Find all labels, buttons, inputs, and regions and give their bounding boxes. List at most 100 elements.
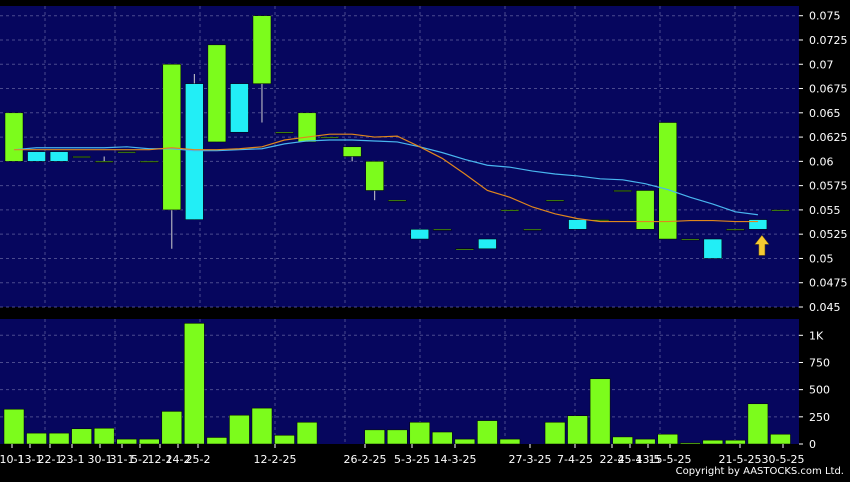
volume-bar [544,422,566,445]
candle-up [4,112,24,162]
price-tick-label: 0.065 [809,107,841,120]
x-tick-label: 21-5-25 [719,453,762,466]
volume-bar [725,439,746,445]
volume-bar [499,438,521,445]
price-tick-label: 0.07 [809,58,834,71]
x-tick-label: 26-2-25 [344,453,387,466]
candle-up [455,248,475,250]
volume-bar [206,437,228,445]
volume-tick-label: 1K [809,329,824,342]
volume-bar [454,438,476,445]
x-tick-label: 25-2 [186,453,211,466]
x-tick-label: 27-3-25 [509,453,552,466]
candle-down [703,238,723,259]
volume-bar [702,439,724,445]
volume-bar [477,420,498,445]
candle-up [140,161,159,163]
x-tick-label: 7-4-25 [557,453,593,466]
candle-up [162,64,182,211]
candle-up [72,156,91,158]
x-tick-label: 30-5-25 [762,453,805,466]
volume-bar [48,432,70,445]
x-tick-label: 14-3-25 [434,453,477,466]
candle-up [523,229,542,231]
candle-up [207,44,227,143]
copyright-text: Copyright by AASTOCKS.com Ltd. [675,466,844,477]
price-tick-label: 0.055 [809,204,841,217]
candle-down [230,83,249,133]
volume-bar [612,436,633,445]
volume-tick-label: 500 [809,384,830,397]
volume-bar [657,433,678,445]
candle-up [342,146,362,157]
candle-up [545,199,565,202]
volume-bar [26,432,47,445]
volume-bar [364,429,385,445]
volume-bar [409,422,431,445]
volume-bar [747,403,769,445]
candle-down [478,238,497,249]
volume-panel-background [0,319,799,444]
volume-bar [116,438,137,445]
candle-down [568,219,587,230]
price-tick-label: 0.045 [809,301,841,314]
volume-bar [296,422,318,445]
price-tick-label: 0.0525 [809,228,848,241]
price-tick-label: 0.0625 [809,131,848,144]
volume-bar [680,442,701,445]
volume-bar [589,378,611,445]
candle-up [365,161,384,191]
candle-up [94,161,114,163]
candle-down [27,151,46,162]
volume-panel: 1K 750 500 250 0 [0,319,830,451]
volume-bar [3,408,25,445]
candle-up [681,238,700,241]
volume-bar [251,407,273,445]
candle-up [726,229,745,231]
candle-up [117,151,136,153]
volume-bar [184,323,205,445]
price-tick-label: 0.0725 [809,34,848,47]
candle-up [500,209,520,212]
x-tick-label: 15-5-25 [649,453,692,466]
volume-bar [567,415,588,445]
price-tick-label: 0.06 [809,155,834,168]
volume-tick-label: 250 [809,411,830,424]
volume-bar [432,431,453,445]
candle-up [320,136,339,139]
volume-bar [386,429,408,445]
candle-up [635,190,655,230]
price-tick-label: 0.05 [809,252,834,265]
volume-bar [139,438,160,445]
price-tick-label: 0.0475 [809,277,848,290]
price-tick-label: 0.0675 [809,83,848,96]
volume-bar [229,414,250,445]
volume-tick-label: 0 [809,438,816,451]
volume-bar [161,411,183,445]
price-tick-label: 0.075 [809,10,841,23]
candle-up [613,190,632,192]
price-tick-label: 0.0575 [809,180,848,193]
candle-up [387,199,407,202]
volume-bar [770,433,791,445]
candle-up [275,131,294,134]
x-tick-label: 12-2-25 [254,453,297,466]
candle-up [252,15,272,84]
candle-down [185,83,204,220]
x-tick-label: 23-1 [60,453,85,466]
candle-up [771,209,790,212]
price-panel-background [0,6,799,307]
volume-bar [71,428,92,445]
volume-bar [634,438,656,445]
price-panel: 0.075 0.0725 0.07 0.0675 0.065 0.0625 0.06 0.05… [0,6,848,314]
volume-bar [274,435,295,445]
volume-tick-label: 750 [809,356,830,369]
x-axis: 10-113-122-123-1 30-131-15-212-214-225-2 1… [0,444,804,466]
x-tick-label: 5-2 [131,453,149,466]
volume-bar [93,427,115,445]
stock-chart: 0.075 0.0725 0.07 0.0675 0.065 0.0625 0.06 0.05… [0,6,848,466]
candle-down [49,151,69,162]
candle-up [433,229,452,231]
x-tick-label: 5-3-25 [394,453,430,466]
candle-down [410,229,430,240]
